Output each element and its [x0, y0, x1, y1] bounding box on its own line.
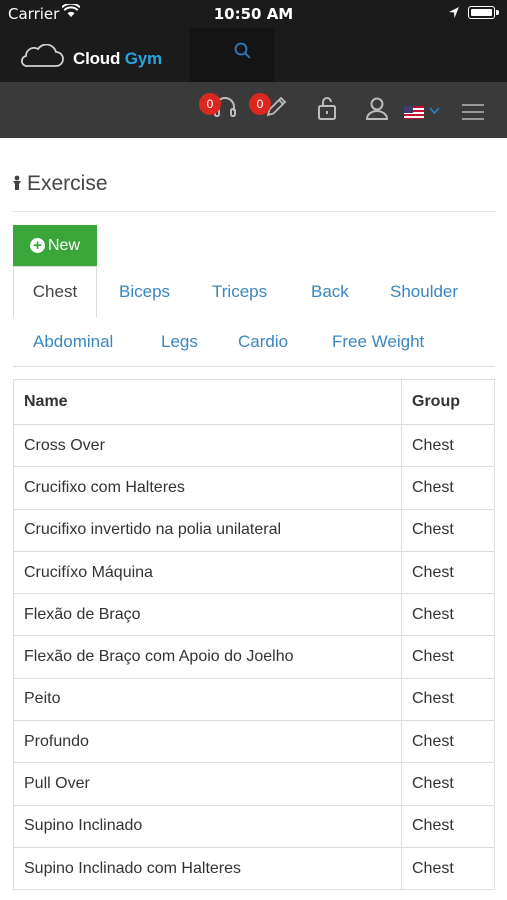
search-button[interactable]	[190, 28, 274, 82]
location-arrow-icon	[448, 5, 460, 23]
plus-circle-icon: +	[29, 238, 45, 253]
cell-group: Chest	[401, 846, 495, 891]
cell-group: Chest	[401, 508, 495, 552]
cell-name: Pull Over	[13, 762, 402, 806]
cell-name: Crucifixo com Halteres	[13, 466, 402, 510]
tab-shoulder[interactable]: Shoulder	[390, 282, 458, 302]
table-row[interactable]: Crucifixo invertido na polia unilateral C…	[13, 508, 495, 552]
page-title-text: Exercise	[27, 172, 108, 195]
us-flag-icon[interactable]	[404, 106, 424, 119]
tab-back[interactable]: Back	[311, 282, 349, 302]
tab-free-weight[interactable]: Free Weight	[332, 332, 424, 352]
cell-group: Chest	[401, 677, 495, 722]
cell-group: Chest	[401, 593, 495, 637]
clock-time: 10:50 AM	[213, 5, 294, 23]
cell-group: Chest	[401, 804, 495, 848]
cell-group: Chest	[401, 720, 495, 764]
tab-legs[interactable]: Legs	[161, 332, 198, 352]
column-header-name[interactable]: Name	[13, 379, 402, 425]
title-divider	[12, 211, 496, 212]
cell-name: Peito	[13, 677, 402, 722]
cell-name: Flexão de Braço com Apoio do Joelho	[13, 635, 402, 679]
tab-chest[interactable]: Chest	[13, 266, 97, 318]
new-button-label: New	[47, 236, 80, 254]
battery-icon	[468, 6, 499, 19]
cell-group: Chest	[401, 762, 495, 806]
cloud-icon	[18, 43, 64, 73]
cell-name: Profundo	[13, 720, 402, 764]
tabs-divider	[13, 366, 495, 367]
table-header-row: Name Group	[13, 379, 495, 425]
cell-group: Chest	[401, 423, 495, 468]
lock-icon	[318, 97, 336, 120]
cell-name: Cross Over	[13, 423, 402, 468]
page-title: Exercise	[12, 172, 108, 197]
table-row[interactable]: Cross Over Chest	[13, 423, 495, 468]
brand-name-part1: Cloud	[73, 49, 121, 68]
table-row[interactable]: Supino Inclinado com Halteres Chest	[13, 846, 495, 891]
table-row[interactable]: Crucifíxo Máquina Chest	[13, 550, 495, 595]
search-icon	[234, 42, 251, 59]
brand-name-part2: Gym	[124, 49, 162, 68]
support-badge: 0	[199, 93, 221, 115]
tab-biceps[interactable]: Biceps	[119, 282, 170, 302]
tab-triceps[interactable]: Triceps	[212, 282, 267, 302]
exercise-table: Name Group Cross Over Chest Crucifixo com…	[13, 379, 495, 891]
user-button[interactable]	[364, 94, 390, 127]
new-exercise-button[interactable]: + New	[13, 225, 97, 266]
figure-icon	[12, 173, 22, 197]
cell-name: Supino Inclinado com Halteres	[13, 846, 402, 891]
cell-group: Chest	[401, 466, 495, 510]
tab-abdominal[interactable]: Abdominal	[33, 332, 113, 352]
edit-badge: 0	[249, 93, 271, 115]
chevron-down-icon[interactable]	[429, 102, 440, 120]
table-row[interactable]: Peito Chest	[13, 677, 495, 722]
cell-name: Crucifixo invertido na polia unilateral	[13, 508, 402, 552]
cell-name: Crucifíxo Máquina	[13, 550, 402, 595]
brand-bar: Cloud Gym	[0, 28, 507, 82]
user-icon	[365, 97, 389, 120]
table-row[interactable]: Supino Inclinado Chest	[13, 804, 495, 848]
lock-button[interactable]	[315, 94, 339, 127]
table-row[interactable]: Flexão de Braço com Apoio do Joelho Chest	[13, 635, 495, 679]
status-bar: Carrier 10:50 AM	[0, 0, 507, 28]
cell-group: Chest	[401, 635, 495, 679]
tab-cardio[interactable]: Cardio	[238, 332, 288, 352]
table-row[interactable]: Crucifixo com Halteres Chest	[13, 466, 495, 510]
table-row[interactable]: Pull Over Chest	[13, 762, 495, 806]
table-row[interactable]: Profundo Chest	[13, 720, 495, 764]
hamburger-menu-icon[interactable]	[462, 104, 484, 125]
column-header-group[interactable]: Group	[401, 379, 495, 425]
brand-name[interactable]: Cloud Gym	[73, 49, 162, 69]
cell-name: Flexão de Braço	[13, 593, 402, 637]
top-toolbar: 0 0	[0, 82, 507, 138]
cell-name: Supino Inclinado	[13, 804, 402, 848]
cell-group: Chest	[401, 550, 495, 595]
table-row[interactable]: Flexão de Braço Chest	[13, 593, 495, 637]
